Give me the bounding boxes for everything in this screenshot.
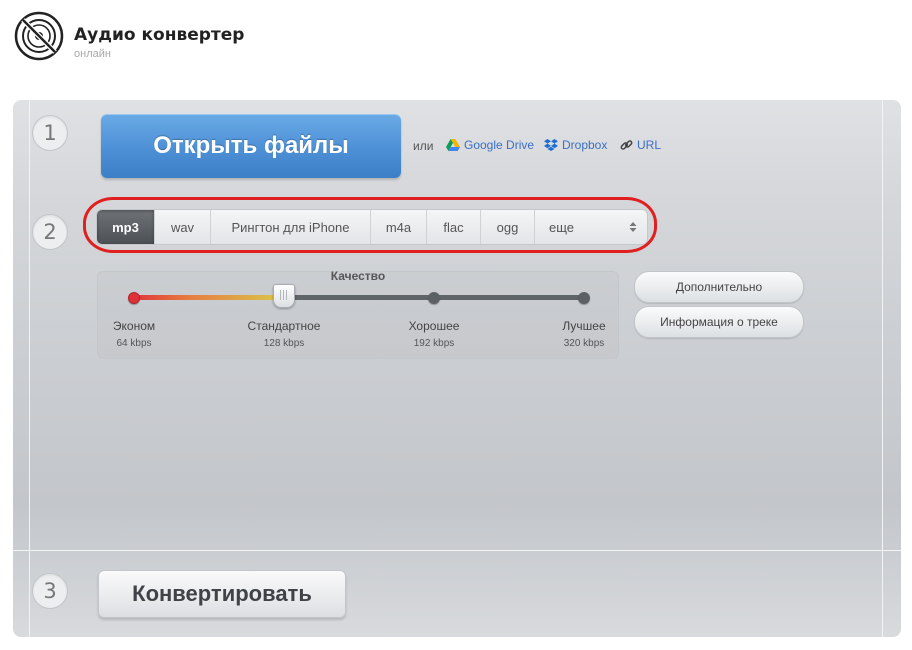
step-number-2: 2 (32, 214, 68, 250)
google-drive-label: Google Drive (464, 138, 535, 152)
advanced-settings-button[interactable]: Дополнительно (634, 271, 804, 303)
quality-slider-fill (134, 295, 284, 300)
quality-box: Качество Эконом Стандартное Хорошее Лучш… (97, 269, 619, 359)
quality-stop-best[interactable] (578, 291, 590, 304)
app-title: Аудио конвертер (74, 25, 245, 45)
panel-divider-right (882, 100, 883, 637)
quality-rate-standard: 128 kbps (263, 338, 305, 349)
quality-label-best: Лучшее (562, 319, 606, 333)
track-info-button[interactable]: Информация о треке (634, 306, 804, 338)
quality-rate-econom: 64 kbps (116, 338, 152, 349)
quality-rate-best: 320 kbps (563, 338, 605, 349)
dropbox-label: Dropbox (562, 138, 608, 152)
quality-rate-good: 192 kbps (413, 338, 455, 349)
url-label: URL (637, 138, 662, 152)
dropbox-link[interactable]: Dropbox (544, 138, 607, 152)
link-icon (620, 139, 633, 150)
format-highlight-ring (83, 197, 657, 253)
quality-stop-good[interactable] (428, 291, 440, 304)
vinyl-disc-slash-icon (14, 11, 64, 61)
quality-title: Качество (330, 269, 386, 283)
url-link[interactable]: URL (620, 138, 661, 152)
open-files-button[interactable]: Открыть файлы (101, 114, 401, 178)
step-number-3: 3 (32, 573, 68, 609)
google-drive-link[interactable]: Google Drive (446, 138, 534, 152)
converter-panel: 1 Открыть файлы или Google Drive Dropbox… (13, 100, 901, 637)
convert-button[interactable]: Конвертировать (98, 570, 346, 618)
app-subtitle: онлайн (74, 48, 111, 60)
or-label: или (413, 139, 434, 153)
panel-divider-left (29, 100, 30, 637)
step-number-1: 1 (32, 115, 68, 151)
quality-label-econom: Эконом (112, 319, 156, 333)
panel-divider-bottom (13, 550, 901, 551)
quality-label-good: Хорошее (408, 319, 460, 333)
dropbox-icon (544, 139, 558, 151)
quality-stop-econom[interactable] (128, 291, 140, 304)
quality-slider-thumb[interactable] (273, 284, 295, 308)
google-drive-icon (446, 139, 460, 151)
quality-label-standard: Стандартное (247, 319, 321, 333)
